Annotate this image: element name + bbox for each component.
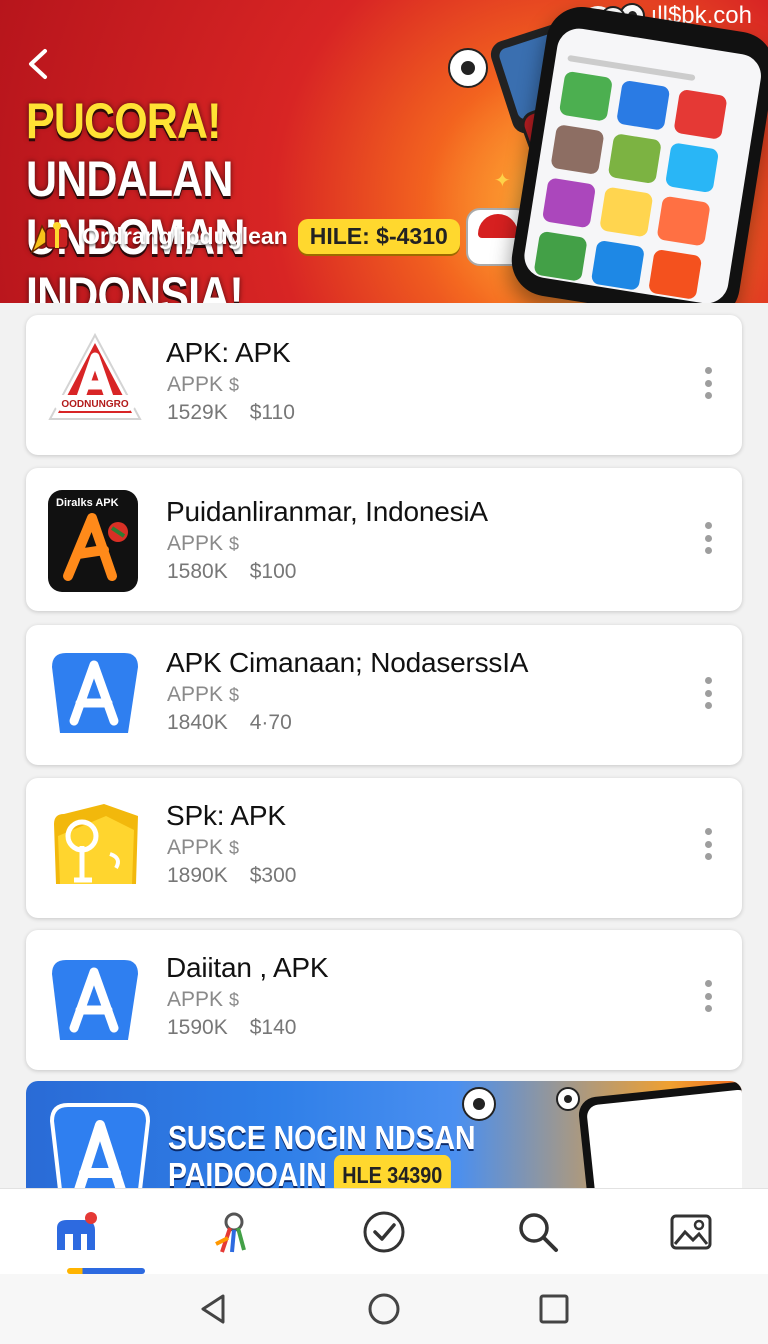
app-subtitle: APPK $ (167, 683, 239, 707)
app-meta: 1590K $140 (167, 1016, 296, 1040)
gallery-icon (670, 1214, 712, 1249)
app-title: SPk: APK (166, 800, 286, 831)
app-subtitle-symbol: $ (229, 534, 240, 554)
blue-a-icon (46, 950, 144, 1048)
app-subtitle-symbol: $ (229, 375, 240, 395)
nav-updates[interactable] (344, 1197, 424, 1267)
nav-apps[interactable] (190, 1197, 270, 1267)
home-icon (56, 1211, 97, 1250)
hero-badge: HILE: $-4310 (297, 218, 460, 254)
app-card[interactable]: OODNUNGRO APK: APK APPK $ 1529K $110 (26, 315, 742, 455)
promo-title-line1: SUSCE NOGIN NDSAN (168, 1119, 476, 1156)
hero-banner[interactable]: ıll$bk.coh PUCORA! UNDALAN UNDOMAN INDON… (0, 0, 768, 303)
triangle-back-icon (201, 1294, 225, 1324)
app-icon-label: OODNUNGRO (61, 399, 128, 410)
app-subtitle: APPK $ (167, 836, 239, 860)
more-options-icon[interactable] (696, 518, 720, 558)
app-title: APK Cimanaan; NodaserssIA (166, 647, 529, 678)
sparkle-icon: ✦ (494, 170, 511, 192)
app-price: $140 (249, 1016, 297, 1039)
app-downloads: 1529K (167, 401, 228, 424)
app-price: $110 (249, 401, 295, 424)
nav-search[interactable] (498, 1197, 578, 1267)
app-title: Daiitan , APK (166, 952, 329, 983)
app-card[interactable]: SPk: APK APPK $ 1890K $300 (26, 778, 742, 918)
system-home-button[interactable] (364, 1289, 404, 1329)
check-circle-icon (363, 1211, 405, 1252)
apps-icon (215, 1212, 247, 1253)
gift-icon (28, 218, 72, 254)
app-downloads: 1840K (167, 711, 228, 734)
red-triangle-a-icon: OODNUNGRO (46, 331, 144, 429)
app-subtitle-text: APPK (167, 373, 224, 396)
bottom-nav (0, 1188, 768, 1274)
app-title: Puidanliranmar, IndonesiA (166, 496, 488, 527)
app-meta: 1580K $100 (167, 560, 296, 584)
hero-title-line1: UNDALAN (26, 151, 233, 207)
app-subtitle-text: APPK (167, 532, 224, 555)
app-subtitle-text: APPK (167, 988, 224, 1011)
app-card[interactable]: APK Cimanaan; NodaserssIA APPK $ 1840K 4·7… (26, 625, 742, 765)
app-subtitle: APPK $ (167, 532, 239, 556)
hero-title: PUCORA! UNDALAN UNDOMAN INDONSIA! (26, 92, 404, 303)
app-price: 4·70 (249, 711, 292, 734)
system-nav-bar (0, 1274, 768, 1344)
app-subtitle: APPK $ (167, 373, 239, 397)
app-card[interactable]: Daiitan , APK APPK $ 1590K $140 (26, 930, 742, 1070)
chevron-left-icon (29, 49, 47, 79)
blue-a-icon (46, 643, 144, 741)
nav-gallery[interactable] (651, 1197, 731, 1267)
app-price: $300 (249, 864, 297, 887)
back-button[interactable] (18, 44, 58, 84)
nav-home[interactable] (37, 1197, 117, 1267)
system-back-button[interactable] (194, 1289, 234, 1329)
app-subtitle-symbol: $ (229, 990, 240, 1010)
hero-title-accent: PUCORA! (26, 93, 222, 149)
app-downloads: 1580K (167, 560, 228, 583)
app-subtitle: APPK $ (167, 988, 239, 1012)
app-downloads: 1890K (167, 864, 228, 887)
app-meta: 1529K $110 (167, 401, 295, 425)
app-subtitle-symbol: $ (229, 685, 240, 705)
soccer-ball-illustration (556, 1087, 580, 1111)
more-options-icon[interactable] (696, 673, 720, 713)
soccer-ball-illustration (462, 1087, 496, 1121)
app-subtitle-text: APPK (167, 836, 224, 859)
black-orange-a-icon: Diralks APK (46, 488, 140, 594)
search-icon (518, 1212, 558, 1252)
app-meta: 1890K $300 (167, 864, 296, 888)
app-meta: 1840K 4·70 (167, 711, 292, 735)
circle-home-icon (368, 1293, 400, 1325)
app-icon-label: Diralks APK (56, 497, 119, 509)
soccer-ball-illustration (448, 48, 488, 88)
square-recents-icon (539, 1294, 569, 1324)
more-options-icon[interactable] (696, 824, 720, 864)
hero-subtitle: Ordranglipduglean (82, 222, 288, 249)
more-options-icon[interactable] (696, 976, 720, 1016)
app-card[interactable]: Diralks APK Puidanliranmar, IndonesiA AP… (26, 468, 742, 611)
yellow-folder-icon (46, 796, 144, 894)
app-downloads: 1590K (167, 1016, 228, 1039)
app-subtitle-text: APPK (167, 683, 224, 706)
system-recents-button[interactable] (534, 1289, 574, 1329)
app-title: APK: APK (166, 337, 291, 368)
app-subtitle-symbol: $ (229, 838, 240, 858)
more-options-icon[interactable] (696, 363, 720, 403)
app-price: $100 (249, 560, 297, 583)
hero-subtitle-row: Ordranglipduglean HILE: $-4310 (28, 218, 460, 254)
phone-illustration (506, 1, 768, 303)
